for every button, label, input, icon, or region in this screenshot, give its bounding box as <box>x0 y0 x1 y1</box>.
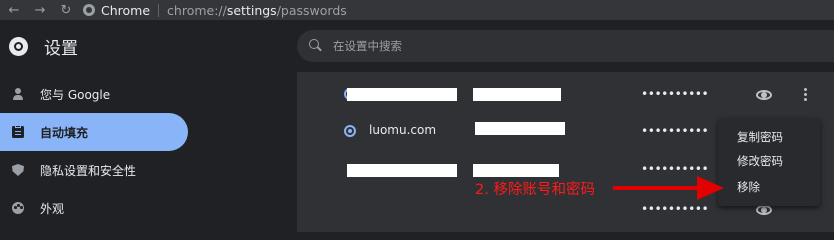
annotation-text: 2. 移除账号和密码 <box>475 182 595 198</box>
sidebar: 您与 Google 自动填充 隐私设置和安全性 外观 <box>0 72 297 232</box>
settings-header: 设置 在设置中搜索 <box>0 20 834 72</box>
palette-icon <box>12 202 24 214</box>
browser-toolbar: ← → ↻ Chrome chrome://settings/passwords <box>0 0 834 20</box>
site-chip: Chrome <box>101 2 151 18</box>
annotation-arrow-head <box>697 176 724 200</box>
back-icon[interactable]: ← <box>1 0 27 20</box>
sidebar-item-label: 自动填充 <box>40 125 89 140</box>
menu-item-copy-password[interactable]: 复制密码 <box>718 125 820 149</box>
show-password-icon[interactable] <box>756 90 772 100</box>
search-icon <box>309 39 323 53</box>
address-bar[interactable]: Chrome chrome://settings/passwords <box>83 0 347 20</box>
omnibox-divider <box>158 3 160 17</box>
shield-icon <box>12 164 24 176</box>
sidebar-item-label: 隐私设置和安全性 <box>40 163 137 178</box>
forward-icon[interactable]: → <box>27 0 53 20</box>
redacted-site <box>347 88 457 101</box>
redacted-username <box>473 164 559 177</box>
reload-icon[interactable]: ↻ <box>53 0 79 20</box>
chrome-icon <box>83 4 95 16</box>
sidebar-item-autofill[interactable]: 自动填充 <box>0 113 188 151</box>
sidebar-item-privacy[interactable]: 隐私设置和安全性 <box>0 151 188 189</box>
person-icon <box>12 88 24 100</box>
password-mask: •••••••••• <box>641 202 709 216</box>
more-actions-icon[interactable] <box>802 88 808 102</box>
url-text: chrome://settings/passwords <box>167 2 347 18</box>
site-favicon <box>344 125 356 137</box>
search-placeholder: 在设置中搜索 <box>333 39 402 53</box>
context-menu: 复制密码 修改密码 移除 <box>718 118 820 206</box>
show-password-icon[interactable] <box>756 205 772 215</box>
sidebar-item-label: 您与 Google <box>40 87 111 102</box>
redacted-site <box>347 164 457 177</box>
chrome-logo-icon <box>9 36 28 56</box>
search-input[interactable]: 在设置中搜索 <box>297 30 834 62</box>
page-title: 设置 <box>44 38 78 59</box>
sidebar-item-you-and-google[interactable]: 您与 Google <box>0 75 188 113</box>
clipboard-icon <box>12 125 24 138</box>
menu-item-remove[interactable]: 移除 <box>718 175 820 199</box>
password-mask: •••••••••• <box>641 162 709 176</box>
menu-item-edit-password[interactable]: 修改密码 <box>718 149 820 173</box>
sidebar-item-appearance[interactable]: 外观 <box>0 189 188 227</box>
password-row: •••••••••• <box>297 75 834 113</box>
site-name: luomu.com <box>369 123 437 137</box>
annotation-arrow <box>613 186 700 190</box>
redacted-username <box>475 122 565 135</box>
password-mask: •••••••••• <box>641 87 709 101</box>
sidebar-item-label: 外观 <box>40 201 65 216</box>
password-mask: •••••••••• <box>641 124 709 138</box>
redacted-username <box>473 88 561 101</box>
